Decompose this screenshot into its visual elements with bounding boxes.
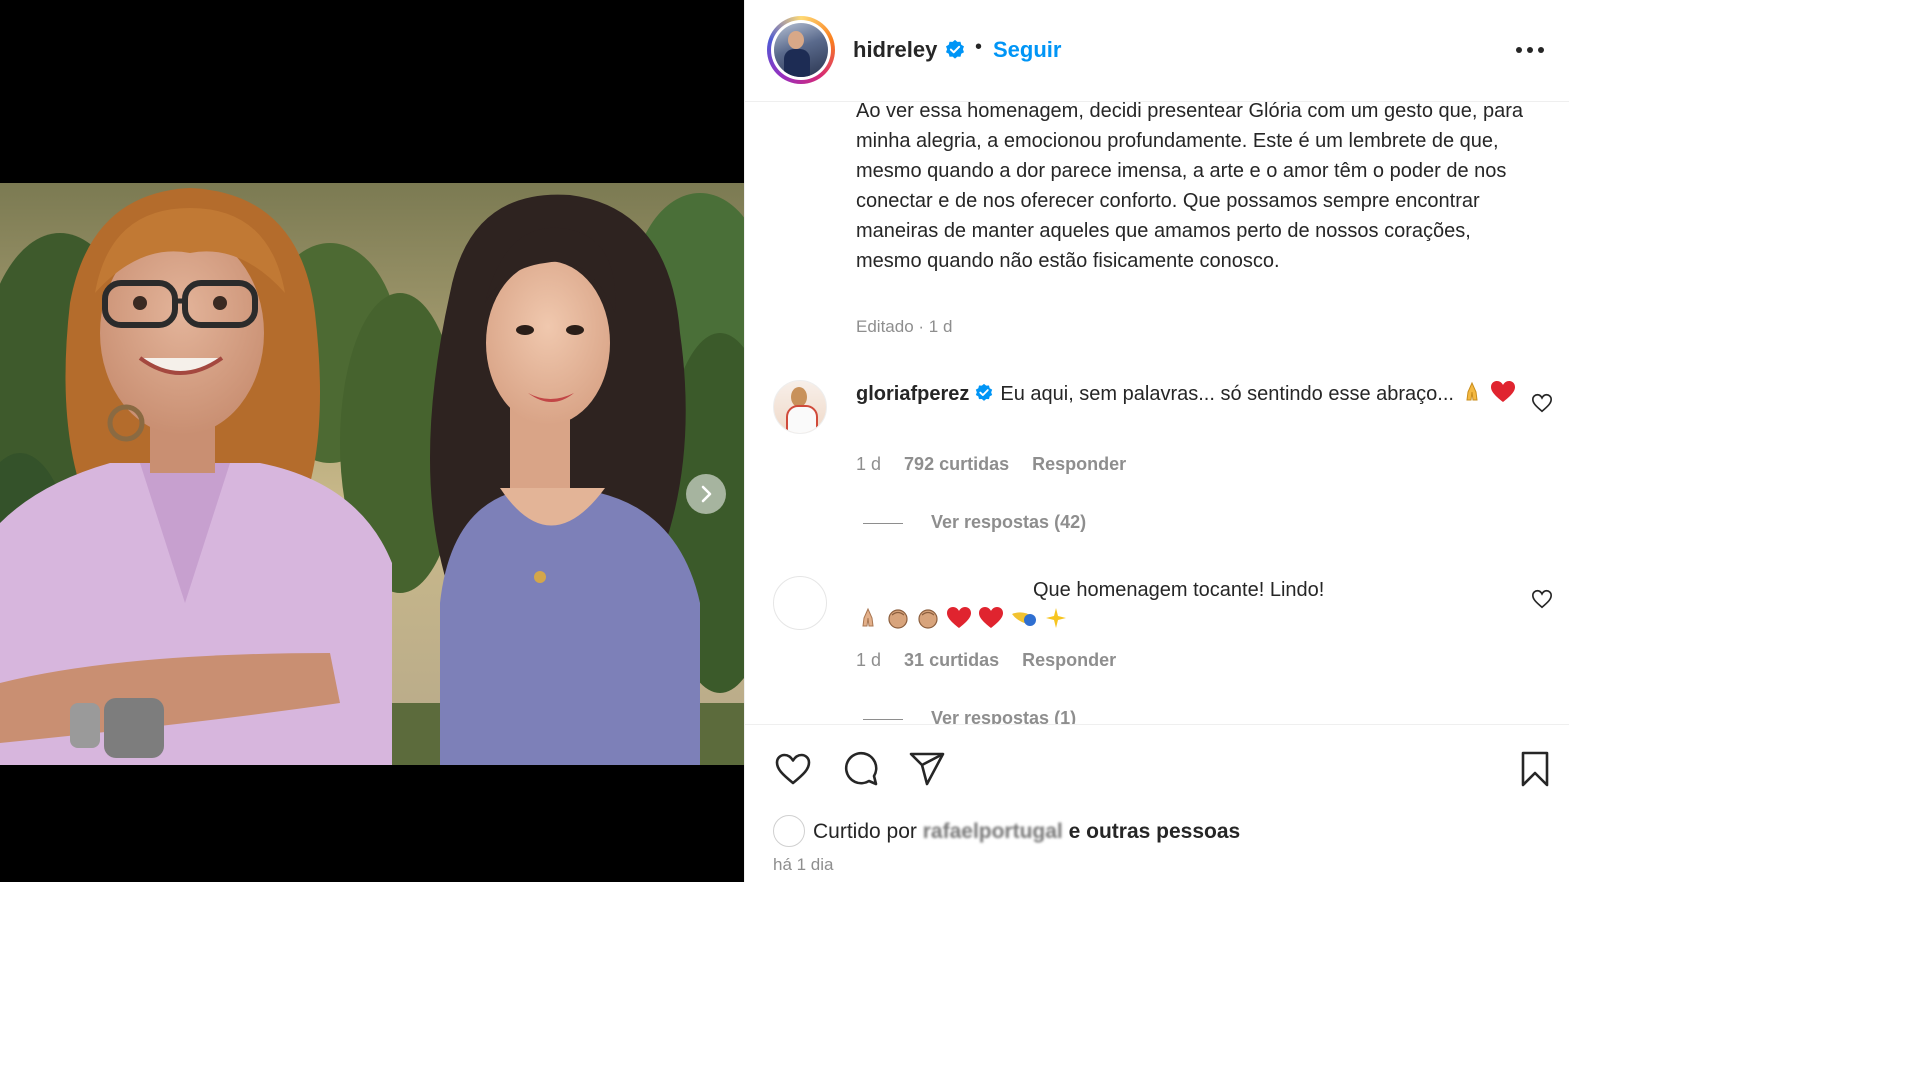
share-icon[interactable]: [907, 749, 947, 789]
save-icon[interactable]: [1515, 749, 1555, 789]
caption-meta: Editado · 1 d: [856, 317, 953, 336]
follow-button[interactable]: Seguir: [993, 37, 1061, 63]
red-heart-emoji-icon: [978, 606, 1004, 639]
clap-emoji-icon: [886, 606, 910, 639]
more-options-icon[interactable]: [1515, 40, 1545, 60]
comment-username[interactable]: gloriafperez: [856, 383, 969, 405]
liked-by-summary[interactable]: Curtido por rafaelportugal e outras pess…: [813, 820, 1240, 844]
post-timestamp: há 1 dia: [773, 855, 834, 874]
liked-by-user[interactable]: rafaelportugal: [923, 820, 1063, 843]
comment-like-icon[interactable]: [1531, 588, 1553, 610]
comment-likes[interactable]: 792 curtidas: [904, 454, 1009, 474]
post-panel: hidreley • Seguir Ao ver essa homenagem,…: [744, 0, 1569, 882]
carousel-next-icon: [701, 485, 712, 503]
comment-meta: 1 d 792 curtidas Responder: [856, 454, 1144, 475]
comet-emoji-icon: [1010, 606, 1038, 639]
reply-button[interactable]: Responder: [1022, 650, 1116, 670]
comment-time: 1 d: [856, 454, 882, 474]
comment-body: Eu aqui, sem palavras... só sentindo ess…: [1000, 383, 1454, 405]
liked-by-prefix: Curtido por: [813, 820, 917, 843]
reply-button[interactable]: Responder: [1032, 454, 1126, 474]
author-username[interactable]: hidreley: [853, 37, 937, 63]
red-heart-emoji-icon: [946, 606, 972, 639]
pray-emoji-icon: [856, 606, 880, 639]
carousel-next-button[interactable]: [686, 474, 726, 514]
comment-avatar[interactable]: [773, 380, 827, 434]
comment-avatar[interactable]: [773, 576, 827, 630]
comment-likes[interactable]: 31 curtidas: [904, 650, 999, 670]
heart-icon[interactable]: [773, 749, 813, 789]
view-replies-label: Ver respostas (1): [931, 708, 1077, 724]
comment-body: Que homenagem tocante! Lindo!: [1033, 579, 1325, 601]
post-image[interactable]: [0, 183, 744, 765]
view-replies-button[interactable]: Ver respostas (1): [863, 708, 1076, 724]
comment-like-icon[interactable]: [1531, 392, 1553, 414]
comment-time: 1 d: [856, 650, 882, 670]
author-avatar[interactable]: [767, 16, 835, 84]
comment-text: gloriafperez Eu aqui, sem palavras... só …: [856, 379, 1536, 413]
sparkles-emoji-icon: [1044, 606, 1068, 639]
clap-emoji-icon: [916, 606, 940, 639]
comment-icon[interactable]: [841, 749, 881, 789]
liker-avatar[interactable]: [773, 815, 805, 847]
post-caption: Ao ver essa homenagem, decidi presentear…: [856, 102, 1529, 272]
view-replies-label: Ver respostas (42): [931, 512, 1087, 532]
red-heart-emoji-icon: [1490, 380, 1516, 413]
view-replies-button[interactable]: Ver respostas (42): [863, 512, 1086, 533]
verified-badge-icon: [946, 39, 964, 59]
separator-dot: •: [975, 36, 983, 58]
comment-emojis: [856, 605, 1074, 639]
comments-section[interactable]: Ao ver essa homenagem, decidi presentear…: [745, 102, 1569, 724]
post-header: hidreley • Seguir: [745, 0, 1569, 102]
pray-emoji-icon: [1460, 380, 1484, 413]
verified-badge-icon: [976, 383, 993, 401]
post-media: [0, 0, 744, 882]
post-actions: Curtido por rafaelportugal e outras pess…: [745, 724, 1569, 882]
comment-meta: 1 d 31 curtidas Responder: [856, 650, 1134, 671]
liked-by-suffix[interactable]: e outras pessoas: [1069, 820, 1241, 843]
